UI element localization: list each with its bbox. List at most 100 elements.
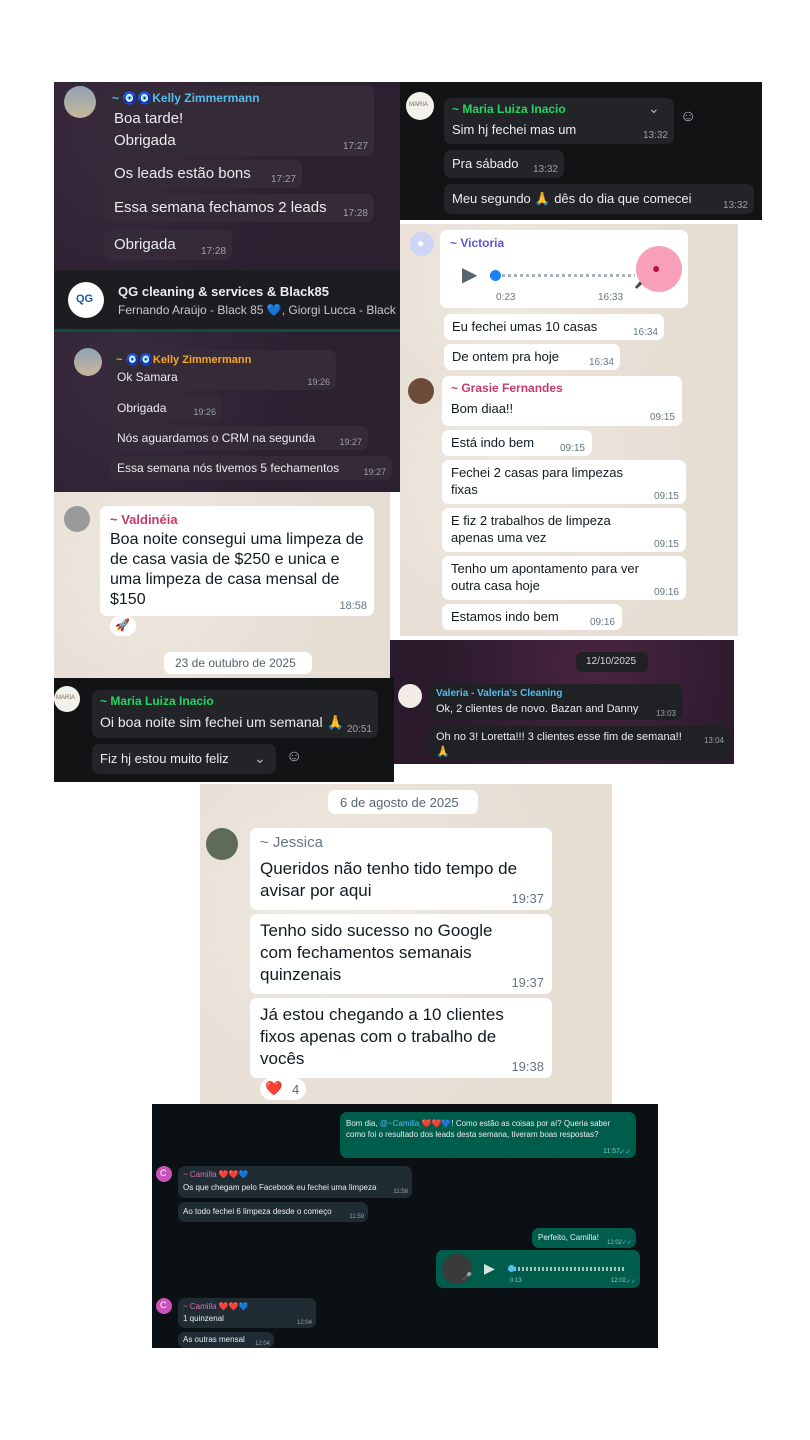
message-bubble[interactable]: Tenho um apontamento para ver outra casa… (442, 556, 686, 600)
message-time: 13:32 (722, 200, 748, 211)
message-text: Bom diaa!! (451, 401, 514, 416)
avatar[interactable] (206, 828, 238, 860)
sender-name: ~ Grasie Fernandes (451, 381, 563, 395)
message-text: Tenho sido sucesso no Google com fechame… (260, 921, 493, 984)
reaction-badge[interactable]: ❤️ 4 (260, 1078, 306, 1100)
message-bubble[interactable]: ~ Grasie Fernandes Bom diaa!! 09:15 (442, 376, 682, 426)
message-bubble[interactable]: ~ Maria Luiza Inacio Oi boa noite sim fe… (92, 690, 378, 738)
avatar[interactable]: C (156, 1298, 172, 1314)
message-bubble[interactable]: Essa semana nós tivemos 5 fechamentos 19… (110, 456, 392, 480)
message-time: 11:58 (393, 1189, 408, 1195)
message-text: Boa noite consegui uma limpeza de de cas… (110, 531, 364, 608)
message-time: 13:04 (703, 736, 724, 745)
avatar[interactable]: ● (410, 232, 434, 256)
screenshot-grasie: ~ Grasie Fernandes Bom diaa!! 09:15 Está… (400, 374, 738, 636)
message-bubble[interactable]: ~ Camilla ❤️❤️💙 Os que chegam pelo Faceb… (178, 1166, 412, 1198)
microphone-icon: 🎤 (462, 1272, 472, 1281)
message-text: Ok Samara (117, 370, 178, 384)
message-bubble[interactable]: Já estou chegando a 10 clientes fixos ap… (250, 998, 552, 1078)
message-text: Oh no 3! Loretta!!! 3 clientes esse fim … (436, 731, 682, 758)
message-time: 16:34 (588, 357, 614, 368)
message-bubble[interactable]: Valeria - Valeria's Cleaning Ok, 2 clien… (430, 684, 682, 720)
avatar[interactable] (398, 684, 422, 708)
message-bubble[interactable]: Tenho sido sucesso no Google com fechame… (250, 914, 552, 994)
message-bubble[interactable]: Pra sábado 13:32 (444, 150, 564, 178)
message-bubble[interactable]: ~ 🧿🧿Kelly Zimmermann Boa tarde! Obrigada… (104, 86, 374, 156)
message-text: Perfeito, Camilla! (538, 1233, 599, 1242)
message-time: 11:59 (349, 1214, 364, 1220)
message-bubble[interactable]: Obrigada 17:28 (104, 230, 232, 260)
message-bubble[interactable]: ~ 🧿🧿Kelly Zimmermann Ok Samara 19:26 (110, 350, 336, 390)
avatar[interactable]: MARIA (54, 686, 80, 712)
message-text: Já estou chegando a 10 clientes fixos ap… (260, 1005, 504, 1068)
message-bubble[interactable]: Eu fechei umas 10 casas 16:34 (444, 314, 664, 340)
message-bubble-outgoing[interactable]: Bom dia, @~Camilla ❤️❤️💙! Como estão as … (340, 1112, 636, 1158)
message-time: 09:15 (559, 443, 585, 454)
message-time: 16:33 (598, 292, 624, 303)
message-text: De ontem pra hoje (452, 349, 559, 364)
message-bubble[interactable]: Nós aguardamos o CRM na segunda 19:27 (110, 426, 368, 450)
message-bubble[interactable]: E fiz 2 trabalhos de limpeza apenas uma … (442, 508, 686, 552)
message-bubble[interactable]: Fiz hj estou muito feliz (92, 744, 276, 774)
audio-waveform[interactable] (510, 1267, 624, 1271)
message-bubble[interactable]: Estamos indo bem 09:16 (442, 604, 622, 630)
message-bubble[interactable]: Essa semana fechamos 2 leads 17:28 (104, 194, 374, 222)
group-avatar[interactable]: QG (68, 282, 104, 318)
chevron-down-icon[interactable]: ⌄ (254, 750, 266, 767)
play-icon[interactable]: ▶ (484, 1260, 495, 1277)
message-text: Estamos indo bem (451, 609, 559, 624)
avatar[interactable] (64, 86, 96, 118)
message-text: Essa semana nós tivemos 5 fechamentos (117, 461, 340, 475)
message-text: Obrigada (114, 132, 176, 149)
message-bubble[interactable]: Está indo bem 09:15 (442, 430, 592, 456)
screenshot-kelly-1: ~ 🧿🧿Kelly Zimmermann Boa tarde! Obrigada… (54, 82, 400, 270)
avatar[interactable]: MARIA (406, 92, 434, 120)
avatar[interactable] (408, 378, 434, 404)
message-text: Meu segundo 🙏 dês do dia que comecei (452, 191, 692, 206)
message-time: 18:58 (339, 600, 367, 612)
group-header[interactable]: QG QG cleaning & services & Black85 Fern… (54, 270, 400, 332)
avatar[interactable]: C (156, 1166, 172, 1182)
audio-message-outgoing[interactable]: 🎤 ▶ 0:13 12:02 ✓✓ (436, 1250, 640, 1288)
audio-waveform[interactable] (490, 274, 635, 277)
message-time: 12:04 (296, 1320, 312, 1326)
message-bubble[interactable]: Fechei 2 casas para limpezas fixas 09:15 (442, 460, 686, 504)
message-time: 12:02 (610, 1278, 626, 1284)
message-bubble[interactable]: ~ Maria Luiza Inacio Sim hj fechei mas u… (444, 98, 674, 144)
message-text: Oi boa noite sim fechei um semanal 🙏 (100, 714, 344, 730)
audio-progress-dot[interactable] (508, 1265, 515, 1272)
message-bubble[interactable]: Meu segundo 🙏 dês do dia que comecei 13:… (444, 184, 754, 214)
message-time: 19:38 (511, 1059, 544, 1074)
avatar[interactable] (74, 348, 102, 376)
message-bubble[interactable]: Obrigada 19:26 (110, 396, 222, 420)
message-bubble-outgoing[interactable]: Perfeito, Camilla! 12:02 ✓✓ (532, 1228, 636, 1248)
message-bubble[interactable]: De ontem pra hoje 16:34 (444, 344, 620, 370)
screenshot-camilla: Bom dia, @~Camilla ❤️❤️💙! Como estão as … (152, 1104, 658, 1348)
chevron-down-icon[interactable]: ⌄ (648, 100, 660, 117)
message-bubble[interactable]: As outras mensal 12:04 (178, 1332, 274, 1348)
message-bubble[interactable]: Oh no 3! Loretta!!! 3 clientes esse fim … (430, 726, 730, 760)
message-bubble[interactable]: Ao todo fechei 6 limpeza desde o começo … (178, 1202, 368, 1222)
message-bubble[interactable]: ~ Jessica Queridos não tenho tido tempo … (250, 828, 552, 910)
sender-name: ~ Maria Luiza Inacio (100, 694, 214, 708)
message-text: Ok, 2 clientes de novo. Bazan and Danny (436, 703, 639, 715)
emoji-icon[interactable]: ☺ (286, 748, 302, 766)
audio-progress-dot[interactable] (490, 270, 501, 281)
reaction-count: 4 (292, 1082, 300, 1097)
reaction-badge[interactable]: 🚀 (110, 616, 136, 636)
emoji-icon[interactable]: ☺ (680, 108, 696, 126)
message-time: 19:26 (307, 377, 330, 387)
screenshot-victoria: ● ~ Victoria ▶ 0:23 16:33 🎤 ● Eu fechei … (400, 224, 738, 374)
message-time: 12:02 (606, 1240, 622, 1246)
sender-name: ~ 🧿🧿Kelly Zimmermann (112, 91, 260, 105)
sender-name: ~ Victoria (450, 236, 505, 250)
message-bubble[interactable]: ~ Camilla ❤️❤️💙 1 quinzenal 12:04 (178, 1298, 316, 1328)
message-time: 20:51 (346, 724, 372, 735)
message-bubble[interactable]: Os leads estão bons 17:27 (104, 160, 302, 188)
play-icon[interactable]: ▶ (462, 262, 477, 287)
screenshot-kelly-2: ~ 🧿🧿Kelly Zimmermann Ok Samara 19:26 Obr… (54, 332, 400, 492)
message-time: 17:28 (200, 246, 226, 257)
message-bubble[interactable]: ~ Valdinéia Boa noite consegui uma limpe… (100, 506, 374, 616)
avatar[interactable] (64, 506, 90, 532)
message-time: 12:04 (254, 1341, 270, 1347)
